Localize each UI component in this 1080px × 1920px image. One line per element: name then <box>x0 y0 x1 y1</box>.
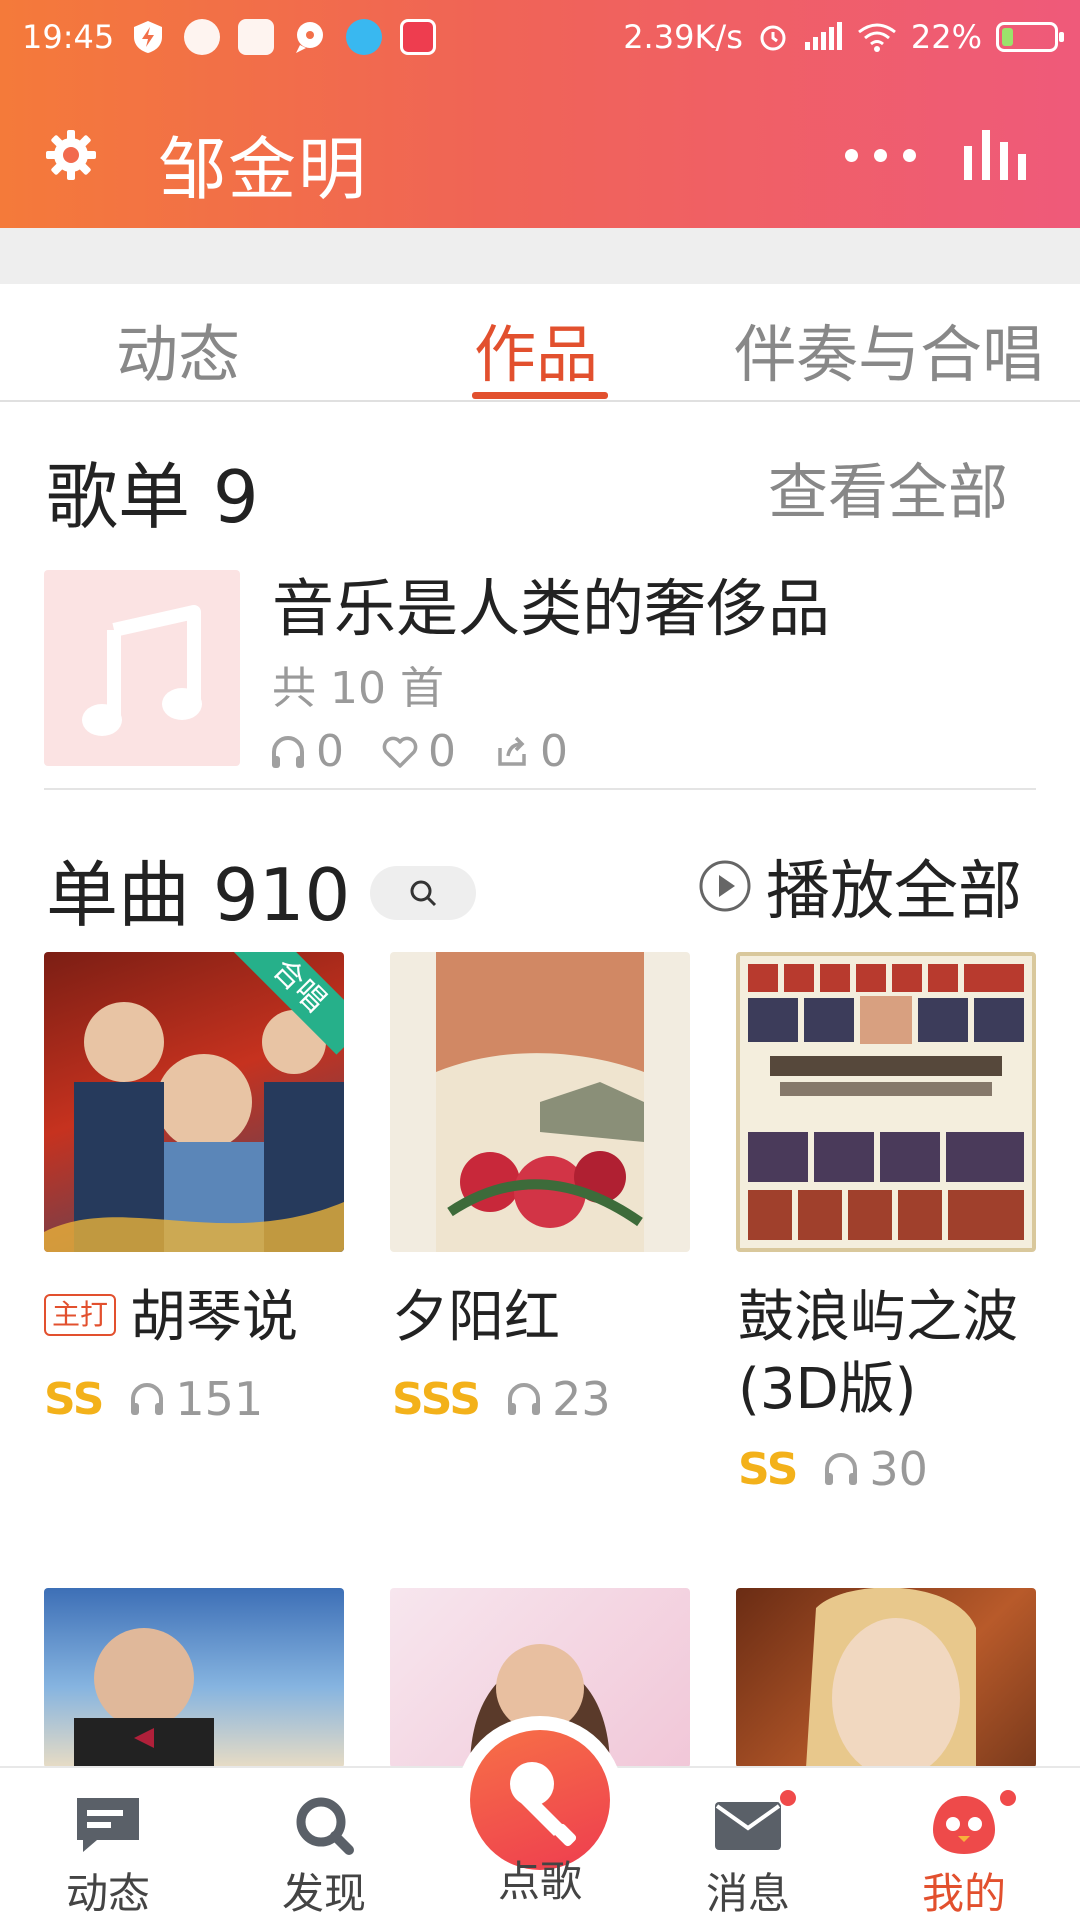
profile-header: 19:45 2.39K/s 22% 邹金明 <box>0 0 1080 228</box>
heart-icon <box>382 736 418 768</box>
song-title[interactable]: 夕阳红 <box>392 1282 560 1354</box>
tab-works[interactable]: 作品 <box>474 304 598 394</box>
singles-section-title: 单曲 910 <box>46 853 351 937</box>
song-title-text: 鼓浪屿之波 <box>738 1285 1018 1350</box>
play-all-button[interactable]: 播放全部 <box>698 840 1022 932</box>
song-cover[interactable] <box>390 952 690 1252</box>
song-play-count: 30 <box>869 1442 928 1496</box>
album-art-image <box>436 952 644 1252</box>
album-art-image <box>74 1628 214 1768</box>
song-title[interactable]: 主打 胡琴说 <box>44 1282 298 1354</box>
song-cover[interactable] <box>736 952 1036 1252</box>
battery-icon <box>996 22 1064 52</box>
song-meta: SS 30 <box>738 1442 928 1496</box>
nav-item-feed[interactable]: 动态 <box>38 1794 178 1920</box>
more-icon-dot <box>902 148 916 162</box>
bird-icon <box>346 19 383 55</box>
profile-name: 邹金明 <box>158 131 369 210</box>
search-icon <box>410 880 437 907</box>
song-grade: SS <box>44 1373 104 1425</box>
more-icon-dot <box>844 148 858 162</box>
music-note-icon <box>82 605 202 736</box>
shield-icon <box>130 19 166 55</box>
more-button[interactable] <box>830 130 930 180</box>
chat-icon <box>292 19 328 55</box>
headphones-icon <box>508 1383 541 1415</box>
mi-icon <box>238 19 275 55</box>
profile-tabs: 动态 作品 伴奏与合唱 <box>0 284 1080 402</box>
song-cover[interactable]: 合唱 <box>44 952 344 1252</box>
share-stat: 0 <box>492 726 568 777</box>
album-art-image <box>748 964 1024 1240</box>
album-art-image <box>806 1588 976 1768</box>
battery-fill <box>1002 28 1013 46</box>
tab-accompaniment-chorus[interactable]: 伴奏与合唱 <box>734 304 1044 394</box>
tab-dynamics[interactable]: 动态 <box>116 304 240 394</box>
section-divider <box>44 788 1036 790</box>
unread-dot <box>998 1788 1018 1808</box>
net-speed: 2.39K/s <box>623 18 743 56</box>
listen-count: 0 <box>316 726 344 777</box>
nav-item-messages[interactable]: 消息 <box>678 1788 818 1920</box>
header-spacer <box>0 228 1080 284</box>
headphones-icon <box>272 735 304 768</box>
singles-search-button[interactable] <box>370 866 476 920</box>
signal-icon <box>804 22 842 50</box>
like-stat: 0 <box>380 726 456 777</box>
nav-label: 消息 <box>705 1869 790 1918</box>
gear-icon[interactable] <box>40 124 102 186</box>
nav-label: 我的 <box>921 1869 1006 1918</box>
alarm-icon <box>760 25 786 51</box>
song-cover[interactable] <box>44 1588 344 1768</box>
title-bar: 邹金明 <box>0 100 1080 210</box>
status-right: 2.39K/s 22% <box>623 18 1064 56</box>
song-title-text: 胡琴说 <box>130 1285 299 1350</box>
wifi-icon <box>857 23 896 52</box>
headphones-icon <box>131 1383 164 1415</box>
playlist-cover[interactable] <box>44 570 240 766</box>
nav-item-profile[interactable]: 我的 <box>894 1788 1034 1920</box>
play-all-label: 播放全部 <box>766 855 1022 929</box>
nav-label: 点歌 <box>497 1857 582 1906</box>
song-title[interactable]: 鼓浪屿之波 (3D版) <box>738 1282 1018 1426</box>
battery-percent: 22% <box>910 18 982 56</box>
status-time: 19:45 <box>22 18 115 56</box>
notification-icons <box>130 19 437 55</box>
search-icon <box>296 1797 354 1855</box>
nav-item-discover[interactable]: 发现 <box>254 1794 394 1920</box>
song-grade: SS <box>738 1443 798 1495</box>
song-title-text: 夕阳红 <box>392 1285 560 1350</box>
song-play-count: 23 <box>552 1372 611 1426</box>
playlist-section-title: 歌单 9 <box>46 455 259 539</box>
more-icon-dot <box>873 148 887 162</box>
feed-icon <box>77 1798 139 1852</box>
playlist-name[interactable]: 音乐是人类的奢侈品 <box>272 558 830 648</box>
playlist-song-count: 共 10 首 <box>272 663 444 714</box>
active-tab-indicator <box>472 392 608 399</box>
nav-label: 动态 <box>65 1869 150 1918</box>
song-cover[interactable] <box>736 1588 1036 1768</box>
app-icon <box>184 19 221 55</box>
game-icon <box>400 19 437 55</box>
main-track-tag: 主打 <box>44 1293 117 1336</box>
unread-dot <box>778 1788 798 1808</box>
song-play-count: 151 <box>175 1372 264 1426</box>
listen-stat: 0 <box>268 726 344 777</box>
song-title-version: (3D版) <box>738 1357 917 1422</box>
like-count: 0 <box>428 726 456 777</box>
profile-icon <box>933 1796 995 1854</box>
play-circle-icon <box>699 860 751 912</box>
headphones-icon <box>825 1453 858 1485</box>
song-grade: SSS <box>392 1373 481 1425</box>
song-meta: SSS 23 <box>392 1372 611 1426</box>
view-all-link[interactable]: 查看全部 <box>768 444 1008 531</box>
status-bar: 19:45 2.39K/s 22% <box>0 0 1080 74</box>
share-icon <box>498 736 526 766</box>
nav-label: 发现 <box>281 1869 366 1918</box>
share-count: 0 <box>540 726 568 777</box>
song-meta: SS 151 <box>44 1372 263 1426</box>
playlist-stats: 0 0 0 <box>268 726 604 777</box>
equalizer-icon[interactable] <box>960 124 1030 186</box>
mail-icon <box>715 1802 781 1850</box>
